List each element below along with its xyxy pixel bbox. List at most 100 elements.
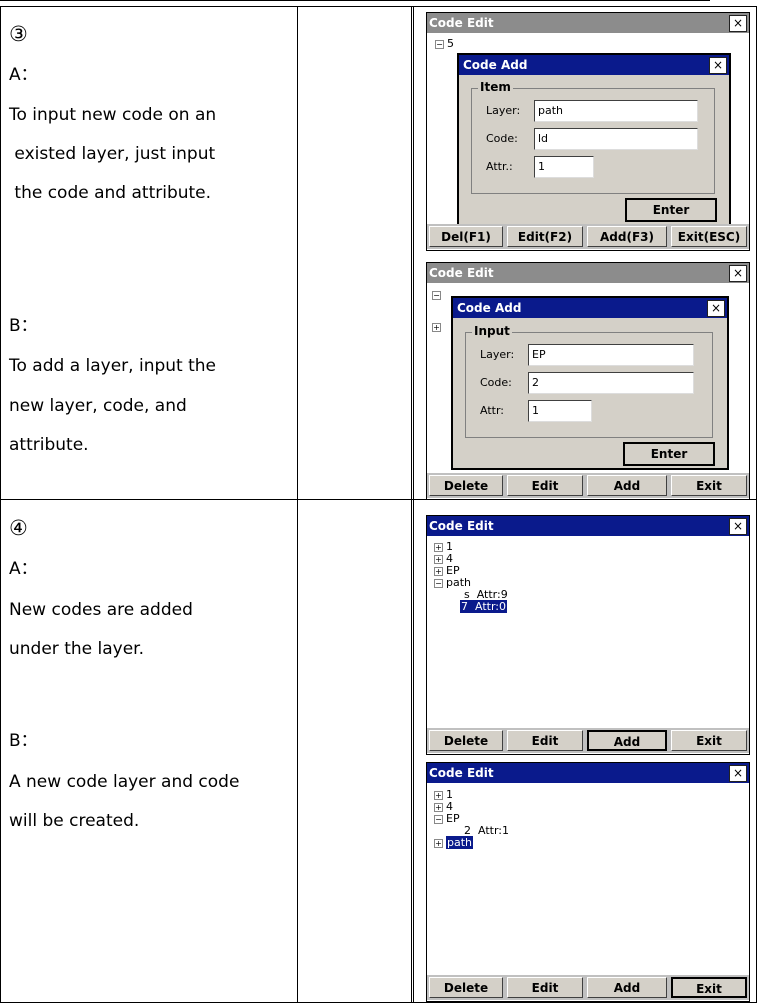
close-icon[interactable]: × [729, 15, 747, 32]
code-field[interactable]: 2 [528, 372, 694, 394]
instruction-line: new layer, code, and [9, 396, 187, 416]
attr-field[interactable]: 1 [528, 400, 592, 422]
code-edit-screen: Code Edit × +1 +4 + EP − path s Attr:9 7 A… [426, 515, 750, 755]
group-label: Item [478, 80, 513, 94]
tree-node-label: 5 [447, 37, 454, 50]
code-edit-screen: Code Edit × −5 Code Add × Item Layer: pa… [426, 12, 750, 251]
add-button[interactable]: Add(F3) [587, 226, 667, 247]
window-title: Code Edit × [427, 516, 749, 536]
code-add-dialog: Code Add × Item Layer: path Code: ld Att… [457, 53, 731, 227]
add-button[interactable]: Add [587, 475, 667, 496]
tree-node-selected[interactable]: + path [434, 836, 509, 849]
expand-icon[interactable]: + [434, 790, 443, 800]
expand-icon[interactable]: + [434, 554, 443, 564]
instruction-line: existed layer, just input [9, 144, 216, 164]
close-icon[interactable]: × [729, 265, 747, 282]
edit-button[interactable]: Edit(F2) [507, 226, 583, 247]
item-label-a: A： [9, 559, 38, 579]
attr-label: Attr.: [486, 160, 513, 173]
code-add-dialog: Code Add × Input Layer: EP Code: 2 Attr:… [451, 296, 729, 470]
edit-button[interactable]: Edit [507, 730, 583, 751]
exit-button[interactable]: Exit [671, 730, 747, 751]
tree-node[interactable]: + [432, 321, 444, 333]
code-field[interactable]: ld [534, 128, 698, 150]
table-col-divider [411, 6, 412, 1003]
delete-button[interactable]: Delete [429, 730, 503, 751]
instruction-line: attribute. [9, 435, 89, 455]
delete-button[interactable]: Del(F1) [429, 226, 503, 247]
enter-button[interactable]: Enter [623, 442, 715, 466]
input-group: Input Layer: EP Code: 2 Attr: 1 [465, 324, 713, 438]
expand-icon[interactable]: + [432, 322, 441, 332]
code-tree: −5 [435, 38, 454, 50]
item-label-b: B： [9, 316, 38, 336]
expand-icon[interactable]: + [434, 542, 443, 552]
exit-button[interactable]: Exit [671, 475, 747, 496]
close-icon[interactable]: × [729, 518, 747, 535]
delete-button[interactable]: Delete [429, 475, 503, 496]
button-bar: Delete Edit Add Exit [427, 473, 749, 498]
tree-node-label: EP [446, 812, 460, 825]
exit-button[interactable]: Exit [671, 977, 747, 998]
attr-label: Attr: [480, 404, 504, 417]
exit-button[interactable]: Exit(ESC) [671, 226, 747, 247]
add-button[interactable]: Add [587, 977, 667, 998]
code-label: Code: [480, 376, 512, 389]
edit-button[interactable]: Edit [507, 977, 583, 998]
enter-button[interactable]: Enter [625, 198, 717, 222]
code-tree: − + [432, 289, 444, 333]
layer-field[interactable]: EP [528, 344, 694, 366]
collapse-icon[interactable]: − [435, 39, 444, 49]
edit-button[interactable]: Edit [507, 475, 583, 496]
add-button[interactable]: Add [587, 730, 667, 751]
title-text: Code Edit [429, 16, 494, 30]
code-edit-screen: Code Edit × +1 +4 − EP 2 Attr:1 + path Del… [426, 762, 750, 1002]
title-text: Code Edit [429, 766, 494, 780]
instruction-line: To add a layer, input the [9, 356, 217, 376]
instruction-line: A new code layer and code [9, 772, 240, 792]
collapse-icon[interactable]: − [432, 290, 441, 300]
code-edit-screen: Code Edit × − + Code Add × Input Layer: … [426, 262, 750, 500]
collapse-icon[interactable]: − [434, 578, 443, 588]
instruction-line: New codes are added [9, 600, 193, 620]
button-bar: Del(F1) Edit(F2) Add(F3) Exit(ESC) [427, 224, 749, 249]
expand-icon[interactable]: + [434, 802, 443, 812]
tree-leaf-selected[interactable]: 7 Attr:0 [434, 600, 508, 613]
dialog-title: Code Add × [459, 55, 729, 75]
window-title: Code Edit × [427, 763, 749, 783]
close-icon[interactable]: × [707, 300, 725, 317]
dialog-title-text: Code Add [457, 301, 522, 315]
collapse-icon[interactable]: − [434, 814, 443, 824]
delete-button[interactable]: Delete [429, 977, 503, 998]
title-text: Code Edit [429, 266, 494, 280]
dialog-title-text: Code Add [463, 58, 528, 72]
step-number: ④ [9, 516, 28, 540]
layer-label: Layer: [486, 104, 521, 117]
expand-icon[interactable]: + [434, 838, 443, 848]
expand-icon[interactable]: + [434, 566, 443, 576]
attr-field[interactable]: 1 [534, 156, 594, 178]
code-label: Code: [486, 132, 518, 145]
instruction-line: To input new code on an [9, 105, 217, 125]
instruction-line: the code and attribute. [9, 183, 212, 203]
window-title: Code Edit × [427, 13, 749, 33]
tree-node[interactable]: − [432, 289, 444, 301]
step-number: ③ [9, 22, 28, 46]
item-label-a: A： [9, 65, 38, 85]
table-border-left [0, 6, 1, 1003]
tree-node-label: 7 Attr:0 [460, 600, 507, 613]
close-icon[interactable]: × [729, 765, 747, 782]
instruction-line: under the layer. [9, 639, 144, 659]
table-border-top [0, 6, 757, 7]
code-tree: +1 +4 + EP − path s Attr:9 7 Attr:0 [434, 541, 508, 613]
layer-label: Layer: [480, 348, 515, 361]
layer-field[interactable]: path [534, 100, 698, 122]
close-icon[interactable]: × [709, 57, 727, 74]
item-group: Item Layer: path Code: ld Attr.: 1 [471, 80, 715, 194]
table-col-divider [413, 6, 414, 1003]
button-bar: Delete Edit Add Exit [427, 728, 749, 753]
instruction-line: will be created. [9, 811, 140, 831]
tree-node[interactable]: −5 [435, 38, 454, 50]
window-title: Code Edit × [427, 263, 749, 283]
group-label: Input [472, 324, 512, 338]
